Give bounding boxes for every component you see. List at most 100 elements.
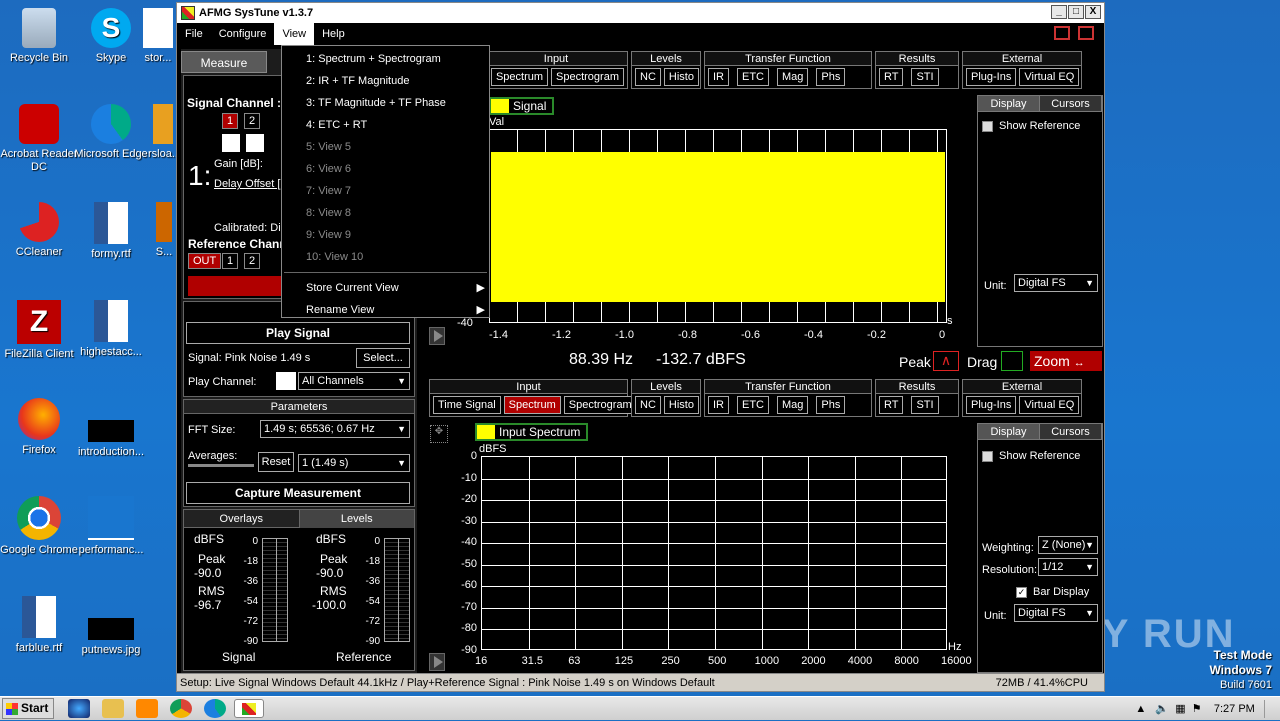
top-histo-button[interactable]: Histo bbox=[663, 68, 699, 86]
bottom-etc-button[interactable]: ETC bbox=[737, 396, 769, 414]
drag-icon[interactable] bbox=[1001, 351, 1023, 371]
bottom-sti-button[interactable]: STI bbox=[911, 396, 939, 414]
explorer-icon[interactable] bbox=[102, 699, 124, 718]
bottom-plugins-button[interactable]: Plug-Ins bbox=[966, 396, 1017, 414]
bottom-time-signal-button[interactable]: Time Signal bbox=[433, 396, 501, 414]
desktop-icon-s[interactable]: S... bbox=[150, 202, 178, 259]
tray-arrow-icon[interactable]: ▲ bbox=[1135, 703, 1146, 715]
top-ir-button[interactable]: IR bbox=[708, 68, 729, 86]
desktop-icon-acrobat[interactable]: Acrobat Reader DC bbox=[0, 104, 78, 174]
desktop-icon-farblue[interactable]: farblue.rtf bbox=[0, 596, 78, 655]
edge-taskbar-icon[interactable] bbox=[204, 699, 226, 718]
show-desktop-button[interactable] bbox=[1264, 700, 1272, 719]
top-plot-legend[interactable]: Signal bbox=[489, 97, 555, 115]
volume-icon[interactable]: 🔈 bbox=[1155, 703, 1169, 715]
peak-toggle[interactable]: Peak bbox=[899, 354, 931, 370]
play-channel-color[interactable] bbox=[276, 372, 296, 390]
pan-icon[interactable]: ✥ bbox=[430, 425, 448, 443]
desktop-icon-firefox[interactable]: Firefox bbox=[0, 398, 78, 457]
bottom-ir-button[interactable]: IR bbox=[708, 396, 729, 414]
network-icon[interactable]: ▦ bbox=[1175, 703, 1185, 715]
desktop-icon-recycle-bin[interactable]: Recycle Bin bbox=[0, 8, 78, 65]
menu-view-item-4[interactable]: 4: ETC + RT bbox=[282, 114, 489, 136]
bottom-show-reference[interactable]: Show Reference bbox=[982, 450, 1080, 462]
maximize-button[interactable]: □ bbox=[1068, 5, 1084, 19]
desktop-icon-highestacc[interactable]: highestacc... bbox=[72, 300, 150, 359]
menu-file[interactable]: File bbox=[177, 23, 211, 45]
top-spectrum-button[interactable]: Spectrum bbox=[490, 68, 549, 86]
bottom-mag-button[interactable]: Mag bbox=[777, 396, 809, 414]
resolution-select[interactable]: 1/12 bbox=[1038, 558, 1098, 576]
channel-2-color[interactable] bbox=[246, 134, 264, 152]
play-signal-button[interactable]: Play Signal bbox=[186, 322, 410, 344]
top-plugins-button[interactable]: Plug-Ins bbox=[966, 68, 1017, 86]
start-button[interactable]: Start bbox=[2, 698, 54, 719]
top-nc-button[interactable]: NC bbox=[635, 68, 661, 86]
minimize-button[interactable]: _ bbox=[1051, 5, 1067, 19]
top-rt-button[interactable]: RT bbox=[879, 68, 904, 86]
bottom-spectrum-button[interactable]: Spectrum bbox=[503, 396, 561, 414]
bottom-plot-area[interactable] bbox=[481, 456, 947, 650]
desktop-icon-performance[interactable]: performanc... bbox=[72, 496, 150, 557]
top-phs-button[interactable]: Phs bbox=[816, 68, 846, 86]
menu-store-current-view[interactable]: Store Current View ▶ bbox=[282, 277, 489, 299]
desktop-icon-putnews[interactable]: putnews.jpg bbox=[72, 596, 150, 657]
play-channel-select[interactable]: All Channels bbox=[298, 372, 410, 390]
bottom-unit-select[interactable]: Digital FS bbox=[1014, 604, 1098, 622]
drag-toggle[interactable]: Drag bbox=[967, 354, 997, 370]
bottom-play-icon[interactable] bbox=[429, 653, 445, 671]
reference-out-button[interactable]: OUT bbox=[188, 253, 222, 269]
menu-view-item-2[interactable]: 2: IR + TF Magnitude bbox=[282, 70, 489, 92]
top-sti-button[interactable]: STI bbox=[911, 68, 939, 86]
ie-icon[interactable] bbox=[68, 699, 90, 718]
bottom-tab-display[interactable]: Display bbox=[978, 424, 1040, 440]
media-player-icon[interactable] bbox=[136, 699, 158, 718]
desktop-icon-rsloa[interactable]: rsloa... bbox=[148, 104, 178, 161]
channel-1-color[interactable] bbox=[222, 134, 240, 152]
bottom-plot-legend[interactable]: Input Spectrum bbox=[475, 423, 589, 441]
bottom-tab-cursors[interactable]: Cursors bbox=[1040, 424, 1102, 440]
desktop-icon-filezilla[interactable]: Z FileZilla Client bbox=[0, 300, 78, 361]
fft-size-select[interactable]: 1.49 s; 65536; 0.67 Hz bbox=[260, 420, 410, 438]
desktop-icon-stor[interactable]: stor... bbox=[138, 8, 178, 65]
signal-channel-1-button[interactable]: 1 bbox=[222, 113, 239, 129]
reference-channel-1-button[interactable]: 1 bbox=[222, 253, 239, 269]
clock[interactable]: 7:27 PM bbox=[1214, 703, 1255, 715]
top-plot-area[interactable] bbox=[489, 129, 947, 323]
menu-view[interactable]: View bbox=[274, 23, 315, 45]
top-tab-display[interactable]: Display bbox=[978, 96, 1040, 112]
weighting-select[interactable]: Z (None) bbox=[1038, 536, 1098, 554]
zoom-button[interactable]: Zoom ↔ bbox=[1030, 351, 1102, 371]
top-virtual-eq-button[interactable]: Virtual EQ bbox=[1019, 68, 1080, 86]
top-spectrogram-button[interactable]: Spectrogram bbox=[551, 68, 624, 86]
signal-channel-2-button[interactable]: 2 bbox=[244, 113, 261, 129]
desktop-icon-formy[interactable]: formy.rtf bbox=[72, 202, 150, 261]
peak-icon[interactable]: ∧ bbox=[933, 351, 959, 371]
top-show-reference[interactable]: Show Reference bbox=[982, 120, 1080, 132]
bottom-rt-button[interactable]: RT bbox=[879, 396, 904, 414]
top-unit-select[interactable]: Digital FS bbox=[1014, 274, 1098, 292]
desktop-icon-ccleaner[interactable]: CCleaner bbox=[0, 202, 78, 259]
chrome-taskbar-icon[interactable] bbox=[170, 699, 192, 718]
averages-select[interactable]: 1 (1.49 s) bbox=[298, 454, 410, 472]
menu-configure[interactable]: Configure bbox=[211, 23, 275, 45]
desktop-icon-edge[interactable]: Microsoft Edge bbox=[72, 104, 150, 161]
desktop-icon-introduction[interactable]: introduction... bbox=[72, 398, 150, 459]
close-button[interactable]: X bbox=[1085, 5, 1101, 19]
reference-channel-2-button[interactable]: 2 bbox=[244, 253, 261, 269]
bottom-histo-button[interactable]: Histo bbox=[663, 396, 699, 414]
download-icon[interactable] bbox=[1054, 26, 1070, 40]
select-signal-button[interactable]: Select... bbox=[356, 348, 410, 368]
averages-slider[interactable] bbox=[188, 464, 254, 467]
menu-view-item-1[interactable]: 1: Spectrum + Spectrogram bbox=[282, 48, 489, 70]
top-play-icon[interactable] bbox=[429, 327, 445, 345]
bar-display-checkbox[interactable]: ✓ Bar Display bbox=[1016, 586, 1089, 598]
capture-measurement-button[interactable]: Capture Measurement bbox=[186, 482, 410, 504]
tab-measure[interactable]: Measure bbox=[181, 51, 267, 73]
flag-icon[interactable]: ⚑ bbox=[1192, 703, 1202, 715]
bottom-nc-button[interactable]: NC bbox=[635, 396, 661, 414]
systune-taskbar-icon[interactable] bbox=[234, 699, 264, 718]
bottom-spectrogram-button[interactable]: Spectrogram bbox=[563, 396, 637, 414]
bottom-phs-button[interactable]: Phs bbox=[816, 396, 846, 414]
menu-help[interactable]: Help bbox=[314, 23, 353, 45]
